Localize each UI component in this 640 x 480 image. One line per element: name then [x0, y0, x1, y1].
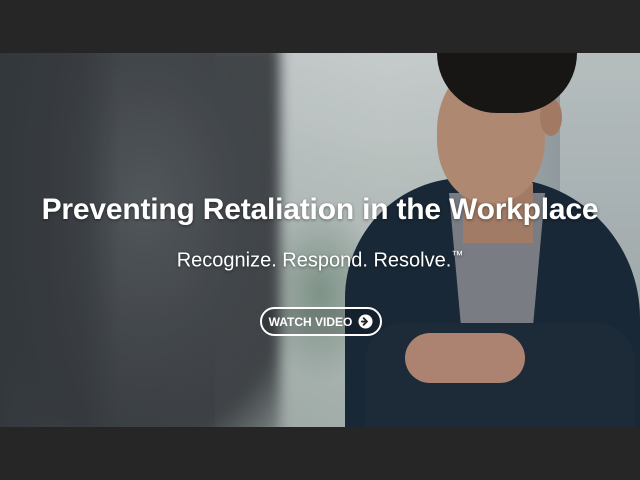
- top-letterbox: [0, 0, 640, 53]
- hero-headline: Preventing Retaliation in the Workplace: [41, 193, 599, 226]
- hero-tagline: Recognize. Respond. Resolve.™: [0, 243, 640, 273]
- hero-content: Preventing Retaliation in the Workplace …: [0, 53, 640, 427]
- watch-video-label: WATCH VIDEO: [268, 314, 353, 329]
- arrow-circle-right-icon: [358, 314, 373, 329]
- watch-video-button[interactable]: WATCH VIDEO: [260, 307, 382, 336]
- trademark-symbol: ™: [451, 248, 464, 262]
- bottom-letterbox: [0, 427, 640, 480]
- tagline-text: Recognize. Respond. Resolve.: [176, 249, 452, 272]
